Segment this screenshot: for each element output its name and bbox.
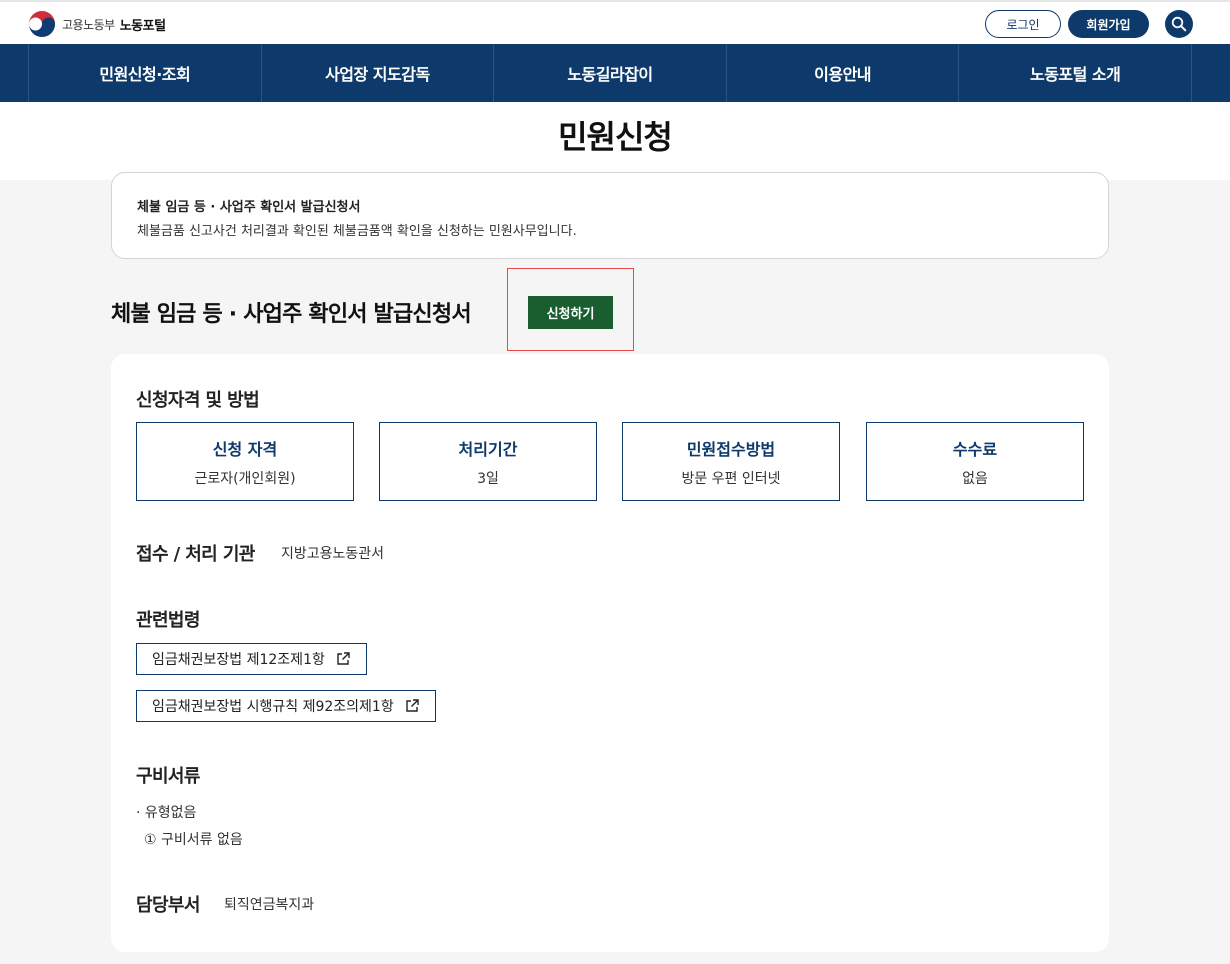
laws-heading: 관련법령 xyxy=(136,610,200,631)
search-icon xyxy=(1171,16,1187,32)
documents-type: · 유형없음 xyxy=(136,805,197,821)
nav-item-workplace-inspection[interactable]: 사업장 지도감독 xyxy=(262,44,495,102)
info-value: 없음 xyxy=(962,471,988,487)
info-box-fee: 수수료 없음 xyxy=(866,422,1084,501)
summary-title: 체불 임금 등 · 사업주 확인서 발급신청서 xyxy=(137,200,361,215)
info-box-receipt-method: 민원접수방법 방문 우편 인터넷 xyxy=(622,422,840,501)
agency-value: 지방고용노동관서 xyxy=(281,546,385,562)
law-link-wage-claim-rules[interactable]: 임금채권보장법 시행규칙 제92조의제1항 xyxy=(136,690,436,722)
info-label: 수수료 xyxy=(952,440,998,459)
agency-heading: 접수 / 처리 기관 xyxy=(136,544,255,565)
law-link-label: 임금채권보장법 시행규칙 제92조의제1항 xyxy=(152,699,394,715)
ministry-name: 고용노동부 xyxy=(62,17,115,32)
summary-box: 체불 임금 등 · 사업주 확인서 발급신청서 체불금품 신고사건 처리결과 확… xyxy=(111,172,1109,259)
law-link-wage-claim-act[interactable]: 임금채권보장법 제12조제1항 xyxy=(136,643,367,675)
summary-description: 체불금품 신고사건 처리결과 확인된 체불금품액 확인을 신청하는 민원사무입니… xyxy=(137,224,577,239)
info-label: 처리기간 xyxy=(458,440,518,459)
nav-item-usage-guide[interactable]: 이용안내 xyxy=(727,44,960,102)
login-button[interactable]: 로그인 xyxy=(985,10,1061,38)
portal-name: 노동포털 xyxy=(119,18,166,34)
detail-card: 신청자격 및 방법 신청 자격 근로자(개인회원) 처리기간 3일 민원접수방법… xyxy=(111,354,1109,952)
main-nav: 민원신청·조회 사업장 지도감독 노동길라잡이 이용안내 노동포털 소개 xyxy=(0,44,1230,102)
law-link-label: 임금채권보장법 제12조제1항 xyxy=(152,652,325,668)
info-value: 3일 xyxy=(477,471,499,487)
site-header: 고용노동부 노동포털 로그인 회원가입 xyxy=(0,2,1230,44)
info-box-qualification: 신청 자격 근로자(개인회원) xyxy=(136,422,354,501)
external-link-icon xyxy=(337,652,350,665)
apply-button[interactable]: 신청하기 xyxy=(528,296,613,329)
nav-item-labor-guide[interactable]: 노동길라잡이 xyxy=(494,44,727,102)
title-band: 민원신청 xyxy=(0,102,1230,180)
info-value: 방문 우편 인터넷 xyxy=(681,471,781,487)
nav-item-portal-intro[interactable]: 노동포털 소개 xyxy=(959,44,1192,102)
petition-heading: 체불 임금 등 · 사업주 확인서 발급신청서 xyxy=(111,302,472,327)
department-value: 퇴직연금복지과 xyxy=(224,897,315,913)
documents-item: ① 구비서류 없음 xyxy=(144,832,243,848)
join-button[interactable]: 회원가입 xyxy=(1068,10,1149,38)
nav-item-civil-petition[interactable]: 민원신청·조회 xyxy=(29,44,262,102)
qualification-heading: 신청자격 및 방법 xyxy=(136,390,260,411)
site-logo[interactable]: 고용노동부 노동포털 xyxy=(28,10,166,38)
documents-heading: 구비서류 xyxy=(136,766,200,787)
page-title: 민원신청 xyxy=(558,118,673,156)
info-box-processing-period: 처리기간 3일 xyxy=(379,422,597,501)
info-label: 신청 자격 xyxy=(212,440,278,459)
taeguk-logo-icon xyxy=(28,10,56,38)
external-link-icon xyxy=(406,699,419,712)
department-heading: 담당부서 xyxy=(136,895,200,916)
info-label: 민원접수방법 xyxy=(686,440,776,459)
search-button[interactable] xyxy=(1165,10,1193,38)
info-value: 근로자(개인회원) xyxy=(194,471,296,487)
